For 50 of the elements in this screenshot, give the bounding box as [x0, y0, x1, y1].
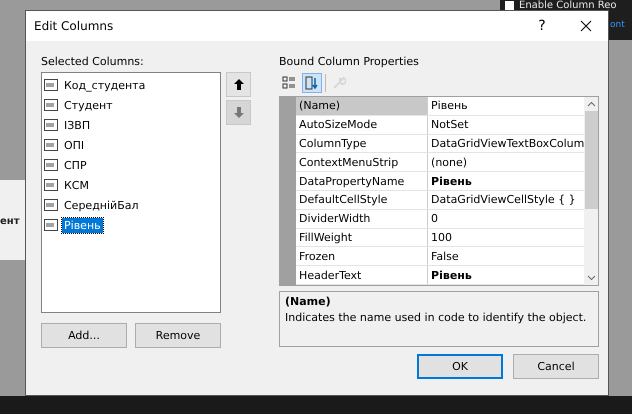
wrench-icon [332, 76, 346, 90]
checkbox[interactable] [505, 1, 514, 10]
textbox-column-icon [44, 159, 58, 171]
column-list-item[interactable]: ОПІ [62, 138, 86, 152]
column-list-item[interactable]: СереднійБал [62, 198, 141, 212]
textbox-column-icon [44, 119, 58, 131]
toolbar-button[interactable] [302, 73, 322, 93]
sort-az-icon [305, 76, 319, 90]
enable-checkbox[interactable]: Enable Column Reo [505, 0, 616, 11]
property-value[interactable]: DataGridViewTextBoxColum [428, 134, 584, 152]
textbox-column-icon [44, 99, 58, 111]
ok-button[interactable]: OK [417, 354, 503, 379]
cancel-button[interactable]: Cancel [513, 354, 599, 379]
property-value[interactable]: Рівень [428, 97, 584, 115]
textbox-column-icon [44, 179, 58, 191]
column-list-item[interactable]: Студент [62, 98, 115, 112]
arrow-up-icon [234, 79, 244, 90]
window-title: Edit Columns [34, 19, 114, 33]
textbox-column-icon [44, 79, 58, 91]
categorized-icon [282, 76, 296, 90]
description-title: (Name) [285, 295, 332, 308]
property-value[interactable]: False [428, 247, 584, 266]
property-value[interactable]: DataGridViewCellStyle { } [428, 190, 584, 209]
column-list-item[interactable]: КСМ [62, 178, 91, 192]
textbox-column-icon [44, 199, 58, 211]
column-list-item[interactable]: Рівень [62, 218, 103, 232]
property-name[interactable]: (Name) [296, 97, 428, 115]
column-list-item[interactable]: СПР [62, 158, 89, 172]
move-up-button[interactable] [226, 72, 251, 97]
help-button[interactable]: ? [520, 11, 564, 41]
section-label: Selected Columns: [41, 55, 145, 68]
section-label: Bound Column Properties [279, 55, 420, 68]
property-value[interactable]: 100 [428, 228, 584, 246]
property-value[interactable]: Рівень [428, 172, 584, 190]
textbox-column-icon [44, 219, 58, 231]
column-list-item[interactable]: Код_студента [62, 78, 148, 92]
column-list-item[interactable]: ІЗВП [62, 118, 92, 132]
remove-button[interactable]: Remove [135, 323, 221, 348]
property-name[interactable]: AutoSizeMode [296, 116, 428, 134]
arrow-down-icon [234, 107, 244, 118]
link[interactable]: ont [610, 20, 625, 30]
property-value[interactable]: (none) [428, 153, 584, 172]
property-value[interactable]: Рівень [428, 266, 584, 284]
property-value[interactable]: 0 [428, 210, 584, 228]
close-icon [580, 20, 592, 32]
scrollbar[interactable] [584, 97, 598, 285]
textbox-column-icon [44, 139, 58, 151]
property-value[interactable]: NotSet [428, 116, 584, 134]
add-button[interactable]: Add... [41, 323, 127, 348]
description-text: Indicates the name used in code to identify the object. [285, 311, 588, 324]
